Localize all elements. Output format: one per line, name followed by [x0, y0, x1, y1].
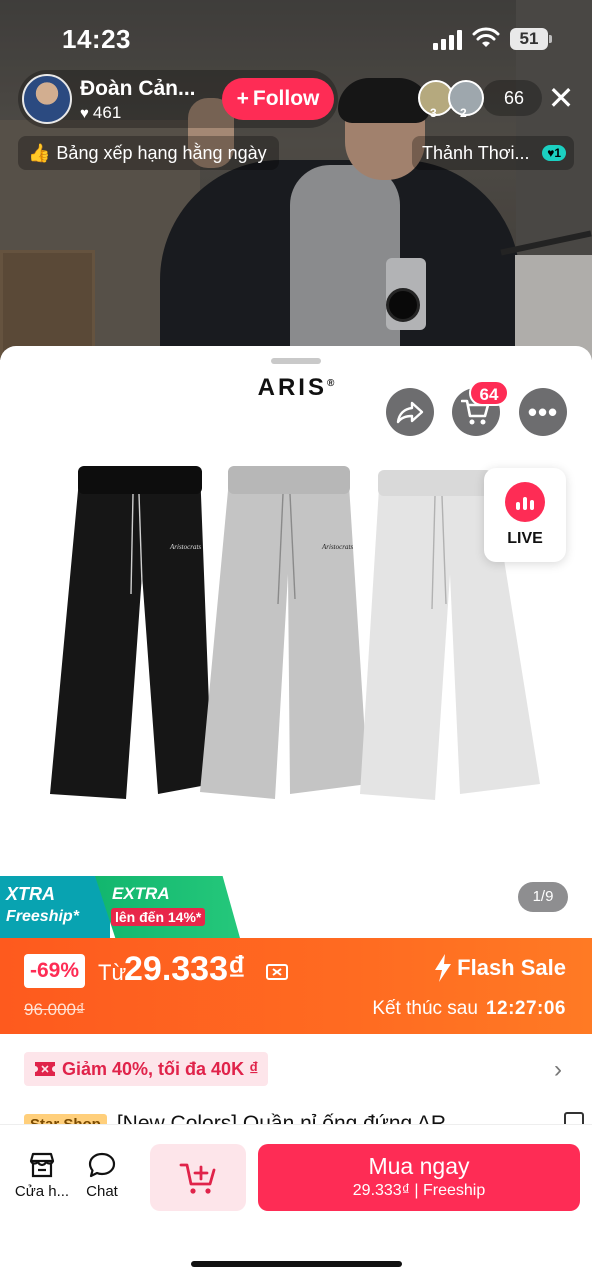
- product-image[interactable]: Aristocrats Aristocrats: [40, 464, 550, 809]
- home-indicator[interactable]: [191, 1261, 402, 1267]
- svg-text:Aristocrats: Aristocrats: [321, 543, 353, 551]
- host-likes: ♥ 461: [80, 103, 121, 123]
- share-icon: [396, 401, 424, 424]
- live-bars-icon: [505, 482, 545, 522]
- close-icon[interactable]: ✕: [546, 82, 576, 114]
- comment-pill[interactable]: Thảnh Thơi... ♥1: [412, 136, 574, 170]
- price-band: -69% Từ 29.333₫ 96.000₫ Flash Sale Kết t…: [0, 938, 592, 1034]
- follow-label: Follow: [252, 87, 320, 110]
- wifi-icon: [472, 27, 500, 47]
- battery-cap: [549, 35, 552, 43]
- buy-now-price: 29.333₫: [352, 1182, 410, 1199]
- store-icon: [29, 1152, 55, 1178]
- countdown-timer: 12:27:06: [485, 998, 566, 1019]
- xtra-freeship-banner[interactable]: XTRA Freeship* EXTRA lên đến 14%*: [0, 876, 240, 938]
- heart-icon: ♥: [80, 104, 89, 122]
- cellular-signal-icon: [433, 30, 462, 50]
- comment-text: Thảnh Thơi...: [422, 142, 530, 163]
- chat-button[interactable]: Chat: [72, 1151, 132, 1200]
- image-counter: 1/9: [518, 882, 568, 912]
- cart-count-badge: 64: [469, 380, 509, 406]
- comment-tag: ♥1: [542, 145, 566, 161]
- buy-now-label: Mua ngay: [368, 1153, 470, 1179]
- viewer-rank: 3: [430, 106, 437, 120]
- voucher-icon[interactable]: [265, 960, 289, 984]
- buy-now-sub: 29.333₫ | Freeship: [352, 1182, 486, 1199]
- shop-label: Cửa h...: [14, 1183, 70, 1200]
- add-to-cart-button[interactable]: [150, 1144, 246, 1211]
- battery-icon: 51: [510, 28, 552, 50]
- ends-label: Kết thúc sau: [372, 998, 478, 1019]
- coupon-tag[interactable]: Giảm 40%, tối đa 40K ₫: [24, 1052, 269, 1086]
- battery-level: 51: [510, 28, 548, 50]
- flash-sale: Flash Sale: [433, 954, 566, 982]
- sale-price: 29.333₫: [124, 950, 246, 988]
- host-avatar[interactable]: [22, 74, 72, 124]
- extra-label: EXTRA: [112, 884, 170, 903]
- extra-discount: lên đến 14%*: [111, 908, 206, 926]
- coupon-label: Giảm 40%, tối đa 40K ₫: [62, 1058, 259, 1079]
- svg-text:Aristocrats: Aristocrats: [169, 543, 201, 551]
- host-likes-count: 461: [92, 103, 122, 122]
- freeship-label: Freeship*: [6, 908, 79, 925]
- shop-button[interactable]: Cửa h...: [12, 1151, 72, 1200]
- live-label: LIVE: [507, 530, 543, 547]
- lightning-icon: [435, 954, 452, 982]
- flash-sale-label: Flash Sale: [457, 955, 566, 980]
- discount-badge: -69%: [24, 954, 86, 988]
- thumbs-up-icon: 👍: [28, 142, 51, 163]
- buy-now-note: Freeship: [422, 1182, 486, 1199]
- daily-ranking-pill[interactable]: 👍 Bảng xếp hạng hằng ngày: [18, 136, 279, 170]
- share-button[interactable]: [386, 388, 434, 436]
- chat-label: Chat: [86, 1183, 118, 1200]
- drag-handle[interactable]: [271, 358, 321, 364]
- live-shortcut[interactable]: LIVE: [484, 468, 566, 562]
- chevron-right-icon[interactable]: ›: [554, 1056, 562, 1084]
- bottom-action-bar: Cửa h... Chat Mua ngay 29.333₫ | Freeshi…: [0, 1124, 592, 1280]
- status-time: 14:23: [62, 24, 131, 54]
- add-cart-icon: [179, 1163, 216, 1194]
- buy-now-button[interactable]: Mua ngay 29.333₫ | Freeship: [258, 1144, 580, 1211]
- viewer-count[interactable]: 66: [482, 80, 543, 116]
- follow-button[interactable]: + Follow: [222, 78, 334, 120]
- price-from: Từ: [98, 960, 127, 985]
- chat-icon: [88, 1152, 116, 1178]
- viewer-avatar[interactable]: 2: [448, 80, 484, 120]
- more-options-button[interactable]: •••: [519, 388, 567, 436]
- plus-icon: +: [236, 87, 249, 110]
- top-viewers[interactable]: 3 2 66: [418, 78, 543, 120]
- ticket-icon: [35, 1062, 55, 1076]
- more-icon: •••: [527, 397, 559, 427]
- daily-ranking-label: Bảng xếp hạng hằng ngày: [56, 142, 267, 163]
- sale-countdown: Kết thúc sau 12:27:06: [372, 998, 566, 1020]
- xtra-label: XTRA: [6, 884, 55, 904]
- status-bar: 14:23 51: [0, 0, 592, 78]
- original-price: 96.000₫: [24, 1000, 85, 1019]
- host-name: Đoàn Cản...: [80, 77, 196, 100]
- viewer-rank: 2: [460, 106, 467, 120]
